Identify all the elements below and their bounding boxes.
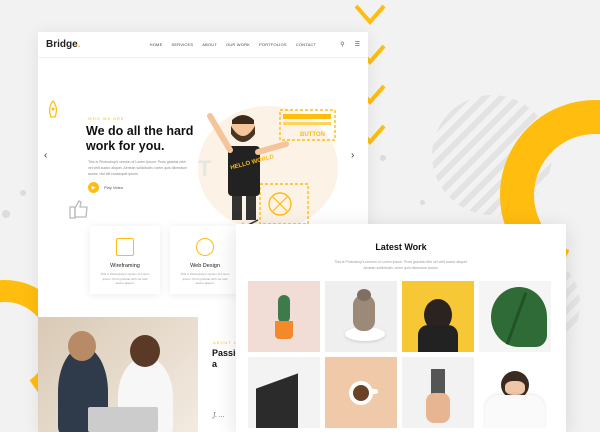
team-photo [38,317,198,432]
portfolio-tile-coffee[interactable] [325,357,397,428]
svg-text:T: T [198,156,212,181]
latest-work-text: This is Photoshop's version of Lorem Ips… [334,260,468,270]
feature-card-wireframing: Wireframing This is Photoshop's version … [90,226,160,294]
thumbs-up-icon [69,200,88,219]
nav-item-contact[interactable]: CONTACT [296,42,316,47]
top-nav: Bridge. HOME SERVICES ABOUT OUR WORK POR… [38,32,368,58]
search-icon[interactable]: ⚲ [340,41,344,48]
hero-text: This is Photoshop's version of Lorem Ips… [88,160,188,176]
hero-title: We do all the hard work for you. [86,124,194,153]
design-icon [196,238,214,256]
play-video-button[interactable]: ▶ Play Video [88,182,123,193]
hero-section: ‹ › WHO WE ARE We do all the hard work f… [38,58,368,238]
nav-item-portfolios[interactable]: PORTFOLIOS [259,42,287,47]
latest-work-title: Latest Work [375,242,427,252]
signature: J. ... [213,412,225,419]
portfolio-tile-girl-blanket[interactable] [479,357,551,428]
portfolio-tile-cat[interactable] [325,281,397,352]
decor-dot [2,210,10,218]
portfolio-tile-monstera[interactable] [479,281,551,352]
portfolio-tile-building[interactable] [248,357,320,428]
play-icon: ▶ [88,182,99,193]
portfolio-tile-hand-cup[interactable] [402,357,474,428]
hero-eyebrow: WHO WE ARE [88,116,125,121]
features-row: Wireframing This is Photoshop's version … [90,226,240,294]
rocket-icon [49,100,57,118]
portfolio-grid [248,281,551,428]
hero-illustration: T BUTTON HELLO WORLD [198,106,338,230]
portfolio-tile-cactus[interactable] [248,281,320,352]
illustration-button-text: BUTTON [300,132,325,138]
menu-icon[interactable]: ☰ [355,41,360,48]
feature-card-web-design: Web Design This is Photoshop's version o… [170,226,240,294]
decor-dot [20,190,26,196]
decor-dot [420,200,425,205]
nav-item-home[interactable]: HOME [150,42,163,47]
logo[interactable]: Bridge. [46,39,80,50]
chevron-left-icon[interactable]: ‹ [44,150,47,161]
nav-item-services[interactable]: SERVICES [171,42,193,47]
portfolio-tile-yellow-portrait[interactable] [402,281,474,352]
decor-dot [380,155,386,161]
nav-item-about[interactable]: ABOUT [202,42,217,47]
nav-item-our-work[interactable]: OUR WORK [226,42,250,47]
latest-work-window: Latest Work This is Photoshop's version … [236,224,566,432]
wireframe-icon [116,238,134,256]
